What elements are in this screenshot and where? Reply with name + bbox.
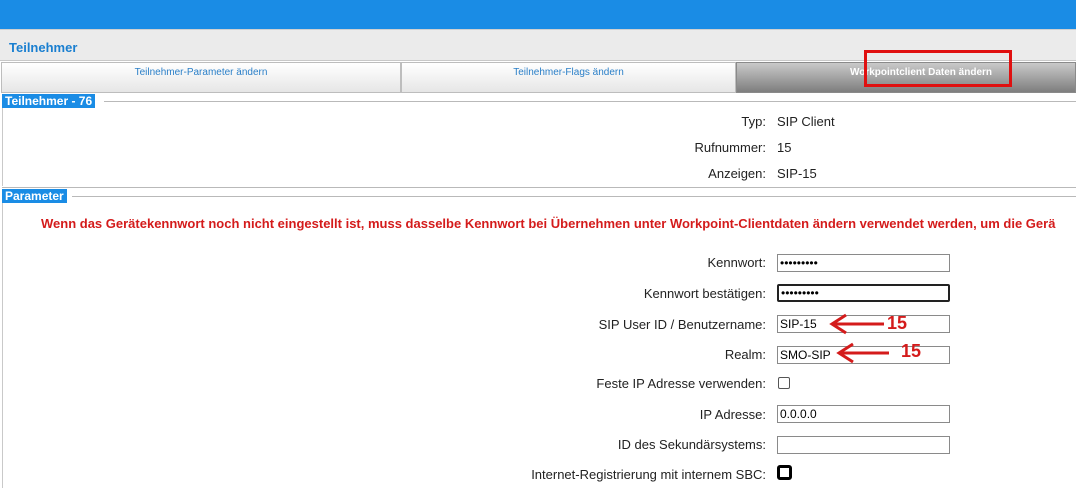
tab-subscriber-parameters[interactable]: Teilnehmer-Parameter ändern	[1, 62, 401, 93]
arrow-left-icon	[829, 313, 884, 335]
password-confirm-label: Kennwort bestätigen:	[643, 286, 766, 301]
fixed-ip-label: Feste IP Adresse verwenden:	[596, 376, 766, 391]
tab-highlight-annotation	[864, 50, 1012, 87]
realm-label: Realm:	[724, 347, 766, 362]
sip-user-annotation: 15	[887, 313, 908, 333]
ip-label: IP Adresse:	[699, 407, 766, 422]
page-title: Teilnehmer	[9, 40, 78, 55]
fixed-ip-checkbox[interactable]	[778, 377, 790, 389]
display-label: Anzeigen:	[708, 166, 766, 181]
type-value: SIP Client	[777, 114, 835, 129]
realm-annotation: 15	[901, 341, 922, 361]
section-divider	[104, 101, 1076, 102]
number-label: Rufnummer:	[694, 140, 766, 155]
warning-message: Wenn das Gerätekennwort noch nicht einge…	[41, 216, 1056, 231]
top-bar	[0, 0, 1076, 29]
internet-registration-checkbox[interactable]	[777, 465, 792, 480]
internet-registration-label: Internet-Registrierung mit internem SBC:	[531, 467, 766, 482]
number-value: 15	[777, 140, 792, 155]
secondary-id-label: ID des Sekundärsystems:	[617, 437, 766, 452]
subscriber-info-box	[2, 108, 1076, 186]
section-title-subscriber: Teilnehmer - 76	[2, 94, 96, 108]
display-value: SIP-15	[777, 166, 817, 181]
secondary-id-input[interactable]	[777, 436, 950, 454]
tab-subscriber-flags[interactable]: Teilnehmer-Flags ändern	[401, 62, 736, 93]
type-label: Typ:	[741, 114, 766, 129]
arrow-left-icon	[836, 342, 889, 364]
section-divider	[72, 196, 1076, 197]
password-label: Kennwort:	[707, 255, 766, 270]
section-divider	[2, 187, 1076, 188]
password-input[interactable]	[777, 254, 950, 272]
password-confirm-input[interactable]	[777, 284, 950, 302]
ip-input[interactable]	[777, 405, 950, 423]
section-title-parameter: Parameter	[2, 189, 67, 203]
sip-user-label: SIP User ID / Benutzername:	[598, 317, 766, 332]
